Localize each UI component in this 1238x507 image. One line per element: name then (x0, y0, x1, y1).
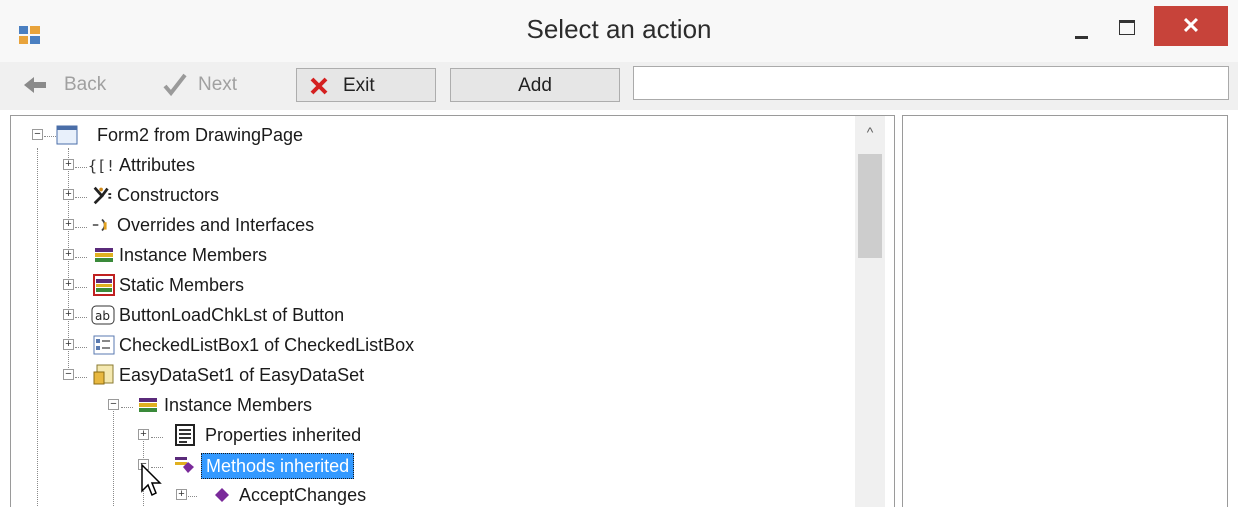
tree-node-label: Instance Members (119, 245, 268, 265)
tree-expander[interactable]: + (63, 189, 74, 200)
details-panel (902, 115, 1228, 507)
tree-node-label: AcceptChanges (239, 485, 367, 505)
dataset-icon (93, 364, 114, 385)
tree-node-label: Constructors (117, 185, 220, 205)
action-search-input[interactable] (633, 66, 1229, 100)
tree-node-easy-dataset1[interactable]: − EasyDataSet1 of EasyDataSet (11, 362, 871, 392)
tree-node-form2[interactable]: − Form2 from DrawingPage (11, 122, 871, 152)
tree-node-label: EasyDataSet1 of EasyDataSet (119, 365, 365, 385)
tree-expander[interactable]: + (63, 279, 74, 290)
tree-node-attributes[interactable]: + {[!] Attributes (11, 152, 871, 182)
tree-expander[interactable]: + (63, 159, 74, 170)
red-x-icon (310, 77, 328, 95)
tree-node-label: Form2 from DrawingPage (97, 125, 304, 145)
properties-icon (175, 424, 195, 446)
tree-expander[interactable]: + (63, 309, 74, 320)
tree-node-instance-members-child[interactable]: − Instance Members (11, 392, 871, 422)
overrides-icon (92, 218, 107, 232)
tree-node-constructors[interactable]: + Constructors (11, 182, 871, 212)
tree-expander[interactable]: + (63, 249, 74, 260)
tree-expander[interactable]: − (108, 399, 119, 410)
methods-icon (175, 457, 194, 473)
back-arrow-icon (24, 77, 46, 93)
checkmark-icon (163, 73, 187, 97)
exit-button[interactable]: Exit (296, 68, 436, 102)
tree-node-label: Instance Members (164, 395, 313, 415)
back-label: Back (64, 74, 107, 95)
instance-members-icon (139, 398, 157, 412)
attributes-icon: {[!] (88, 157, 115, 175)
maximize-button[interactable] (1106, 10, 1148, 50)
back-button[interactable]: Back (20, 68, 140, 102)
tree-node-instance-members[interactable]: + Instance Members (11, 242, 871, 272)
button-ab-icon: ab (91, 305, 115, 325)
tree-node-checked-listbox1[interactable]: + CheckedListBox1 of CheckedListBox (11, 332, 871, 362)
constructors-icon (93, 186, 112, 205)
tree-expander[interactable]: + (138, 429, 149, 440)
object-tree[interactable]: − Form2 from DrawingPage + {[!] Attribut… (10, 115, 895, 507)
scroll-up-arrow[interactable]: ^ (855, 124, 885, 144)
tree-node-overrides[interactable]: + Overrides and Interfaces (11, 212, 871, 242)
title-bar: Select an action ✕ (0, 0, 1238, 62)
tree-node-label: ButtonLoadChkLst of Button (119, 305, 345, 325)
tree-node-label: Overrides and Interfaces (117, 215, 315, 235)
scroll-thumb[interactable] (858, 154, 882, 258)
tree-expander[interactable]: − (32, 129, 43, 140)
tree-scrollbar[interactable]: ^ (855, 116, 885, 507)
tree-node-label: Methods inherited (201, 453, 355, 479)
mouse-cursor-icon (141, 463, 162, 497)
tree-node-button-load-chk-lst[interactable]: + ab ButtonLoadChkLst of Button (11, 302, 871, 332)
tree-node-label: CheckedListBox1 of CheckedListBox (119, 335, 415, 355)
svg-text:ab: ab (95, 309, 110, 323)
close-button[interactable]: ✕ (1154, 6, 1228, 46)
minimize-button[interactable] (1060, 12, 1100, 52)
add-button[interactable]: Add (450, 68, 620, 102)
svg-text:{[!]: {[!] (88, 157, 115, 175)
tree-expander[interactable]: + (176, 489, 187, 500)
tree-expander[interactable]: + (63, 219, 74, 230)
tree-node-static-members[interactable]: + Static Members (11, 272, 871, 302)
tree-node-properties-inherited[interactable]: + Properties inherited (11, 422, 871, 452)
next-label: Next (198, 74, 238, 95)
method-icon (215, 488, 229, 502)
tree-expander[interactable]: − (63, 369, 74, 380)
next-button[interactable]: Next (158, 68, 278, 102)
exit-label: Exit (343, 75, 375, 96)
form-icon (56, 125, 78, 145)
checked-listbox-icon (93, 335, 115, 355)
tree-node-label: Attributes (119, 155, 196, 175)
window-title: Select an action (526, 14, 712, 44)
tree-expander[interactable]: + (63, 339, 74, 350)
static-members-icon (93, 274, 115, 296)
tree-node-label: Static Members (119, 275, 245, 295)
instance-members-icon (95, 248, 113, 262)
tree-node-label: Properties inherited (205, 425, 362, 445)
